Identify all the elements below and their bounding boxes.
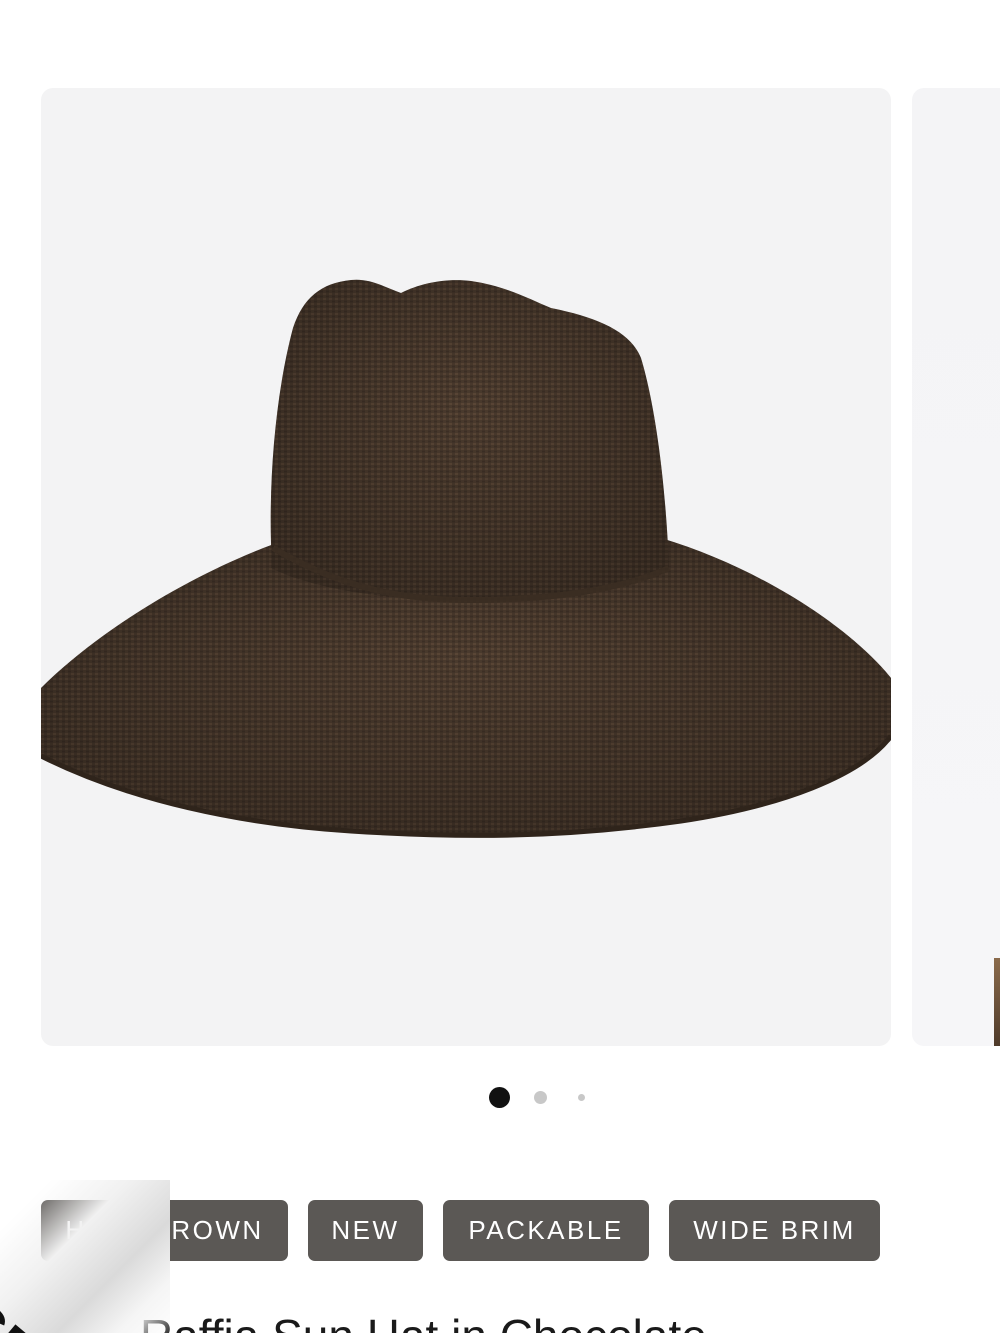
pagination-dot[interactable] <box>578 1094 585 1101</box>
pagination-dot[interactable] <box>534 1091 547 1104</box>
tag-high-crown: HIGH CROWN <box>41 1200 288 1261</box>
corner-badge[interactable]: GET <box>0 1290 68 1333</box>
product-page: HIGH CROWN NEW PACKABLE WIDE BRIM Raffia… <box>0 0 1000 1333</box>
product-title: Raffia Sun Hat in Chocolate <box>140 1306 707 1333</box>
tag-new: NEW <box>308 1200 423 1261</box>
tag-packable: PACKABLE <box>443 1200 649 1261</box>
tag-wide-brim: WIDE BRIM <box>669 1200 880 1261</box>
product-image-slide-2[interactable] <box>912 88 1000 1046</box>
pagination-dot-active[interactable] <box>489 1087 510 1108</box>
carousel-pagination <box>0 1086 1000 1110</box>
product-image-slide-1[interactable] <box>41 88 891 1046</box>
product-image-carousel[interactable] <box>0 88 1000 1046</box>
next-image-preview <box>994 958 1000 1046</box>
product-image <box>41 279 891 838</box>
